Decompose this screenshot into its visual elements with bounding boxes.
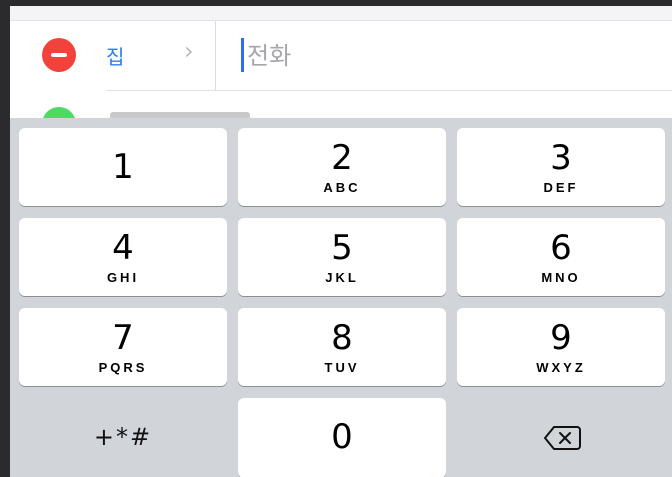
key-letters: ABC: [323, 180, 361, 195]
delete-backspace-icon: [544, 426, 581, 450]
minus-icon: [51, 53, 67, 57]
key-letters: JKL: [325, 270, 359, 285]
key-letters: PQRS: [98, 360, 148, 375]
contact-phone-form: 집 ›: [10, 6, 672, 141]
key-digit: 5: [331, 228, 353, 268]
key-4[interactable]: 4 GHI: [19, 218, 227, 296]
phone-number-input[interactable]: [247, 39, 647, 73]
symbols-label: +*#: [93, 423, 153, 451]
row-separator: [106, 90, 672, 91]
key-letters: WXYZ: [536, 360, 586, 375]
key-digit: 1: [112, 147, 134, 187]
key-6[interactable]: 6 MNO: [457, 218, 665, 296]
key-digit: 2: [331, 138, 353, 178]
delete-key[interactable]: [457, 398, 665, 476]
key-1[interactable]: 1: [19, 128, 227, 206]
key-letters: GHI: [106, 270, 140, 285]
remove-phone-button[interactable]: [42, 38, 76, 72]
key-letters: MNO: [541, 270, 581, 285]
key-symbols[interactable]: +*#: [19, 398, 227, 476]
key-digit: 4: [112, 228, 134, 268]
key-digit: 6: [550, 228, 572, 268]
phone-number-row: 집 ›: [10, 21, 672, 91]
key-digit: 7: [112, 318, 134, 358]
key-0[interactable]: 0: [238, 398, 446, 477]
key-letters: DEF: [543, 180, 579, 195]
key-3[interactable]: 3 DEF: [457, 128, 665, 206]
key-letters: TUV: [324, 360, 360, 375]
key-8[interactable]: 8 TUV: [238, 308, 446, 386]
form-top-separator: [10, 6, 672, 21]
phone-screen: 집 › 1 2 ABC 3 DEF 4 GHI 5 JKL: [10, 6, 672, 477]
key-digit: 8: [331, 318, 353, 358]
key-7[interactable]: 7 PQRS: [19, 308, 227, 386]
numeric-keypad: 1 2 ABC 3 DEF 4 GHI 5 JKL 6 MNO 7 PQRS 8…: [10, 118, 672, 477]
key-5[interactable]: 5 JKL: [238, 218, 446, 296]
phone-label-selector[interactable]: 집: [106, 41, 124, 70]
key-9[interactable]: 9 WXYZ: [457, 308, 665, 386]
key-digit: 9: [550, 318, 572, 358]
key-digit: 0: [331, 417, 353, 457]
text-cursor: [241, 38, 244, 72]
key-2[interactable]: 2 ABC: [238, 128, 446, 206]
key-digit: 3: [550, 138, 572, 178]
chevron-right-icon[interactable]: ›: [184, 39, 194, 63]
label-divider: [215, 21, 216, 91]
